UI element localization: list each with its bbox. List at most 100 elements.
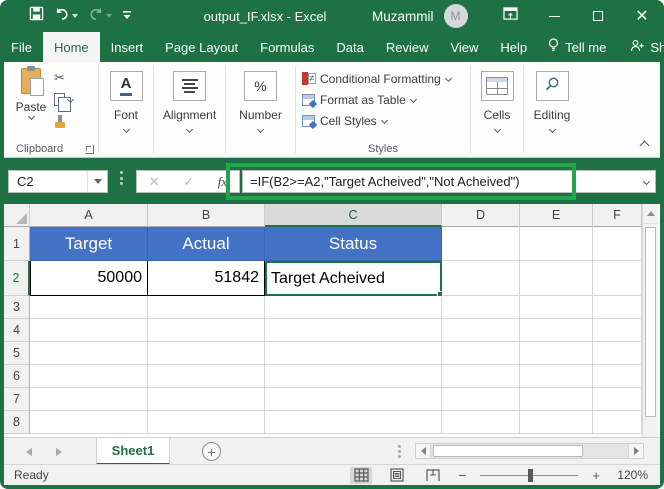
share-button[interactable]: Share [616,32,664,62]
next-sheet-button[interactable] [56,448,62,456]
row-header-6[interactable]: 6 [4,365,30,388]
cell-c7[interactable] [265,388,442,411]
column-header-d[interactable]: D [442,204,520,227]
cell-b2[interactable]: 51842 [148,261,265,296]
cell-e1[interactable] [520,227,593,261]
maximize-button[interactable] [576,0,620,32]
editing-group-button[interactable]: Editing [524,62,580,157]
minimize-button[interactable] [532,0,576,32]
clipboard-dialog-launcher[interactable] [85,145,94,154]
sheet-tab-sheet1[interactable]: Sheet1 [96,438,170,465]
tab-review[interactable]: Review [375,32,440,62]
ribbon-display-options-button[interactable] [488,0,532,32]
page-break-preview-button[interactable] [422,467,444,484]
cell-c6[interactable] [265,365,442,388]
cell-e7[interactable] [520,388,593,411]
expand-formula-bar-button[interactable] [637,179,655,184]
tab-bar-splitter-grip[interactable] [398,445,401,458]
zoom-level[interactable]: 120% [614,468,648,482]
tab-home[interactable]: Home [43,32,100,62]
cell-c2-active[interactable]: Target Acheived [265,261,442,296]
customize-quick-access-button[interactable] [119,4,135,28]
cell-a1[interactable]: Target [30,227,148,261]
tab-page-layout[interactable]: Page Layout [154,32,249,62]
cell-c5[interactable] [265,342,442,365]
cell-b6[interactable] [148,365,265,388]
cell-d2[interactable] [442,261,520,296]
cell-c1[interactable]: Status [265,227,442,261]
save-button[interactable] [26,4,47,28]
cell-f8[interactable] [593,411,642,434]
row-header-3[interactable]: 3 [4,296,30,319]
tab-data[interactable]: Data [325,32,374,62]
cells-group-button[interactable]: Cells [471,62,523,157]
name-box[interactable]: C2 [8,170,108,193]
previous-sheet-button[interactable] [26,448,32,456]
cell-b8[interactable] [148,411,265,434]
cell-b7[interactable] [148,388,265,411]
cell-d5[interactable] [442,342,520,365]
vertical-scrollbar[interactable] [642,204,658,437]
cell-d1[interactable] [442,227,520,261]
cell-f4[interactable] [593,319,642,342]
tab-formulas[interactable]: Formulas [249,32,325,62]
cell-f3[interactable] [593,296,642,319]
account-area[interactable]: Muzammil M [372,4,468,28]
close-button[interactable]: ✕ [620,0,664,32]
format-as-table-button[interactable]: Format as Table [302,89,470,110]
cell-f2[interactable] [593,261,642,296]
alignment-group-button[interactable]: Alignment [154,62,225,157]
cell-e5[interactable] [520,342,593,365]
horizontal-scrollbar-thumb[interactable] [433,445,583,457]
font-group-button[interactable]: A Font [99,62,153,157]
cell-f5[interactable] [593,342,642,365]
cell-b3[interactable] [148,296,265,319]
cell-d4[interactable] [442,319,520,342]
tab-insert[interactable]: Insert [100,32,155,62]
cell-styles-button[interactable]: Cell Styles [302,110,470,131]
insert-function-button[interactable]: fx [218,174,227,190]
zoom-out-button[interactable]: − [458,467,466,483]
avatar[interactable]: M [444,4,468,28]
collapse-ribbon-button[interactable] [640,141,650,151]
select-all-button[interactable] [4,204,30,227]
zoom-slider[interactable] [480,467,578,484]
cell-a7[interactable] [30,388,148,411]
scroll-right-button[interactable] [628,444,643,458]
cut-button[interactable]: ✂ [54,68,94,86]
cell-a3[interactable] [30,296,148,319]
enter-entry-button[interactable]: ✓ [183,174,194,190]
page-layout-view-button[interactable] [386,467,408,484]
row-header-2[interactable]: 2 [4,261,30,296]
column-header-b[interactable]: B [148,204,265,227]
row-header-8[interactable]: 8 [4,411,30,434]
cell-f6[interactable] [593,365,642,388]
cell-c3[interactable] [265,296,442,319]
number-group-button[interactable]: % Number [226,62,295,157]
cell-b1[interactable]: Actual [148,227,265,261]
redo-button[interactable] [85,4,115,28]
column-header-a[interactable]: A [30,204,148,227]
cell-c4[interactable] [265,319,442,342]
fill-handle[interactable] [437,291,443,297]
formula-bar-grip[interactable] [120,171,123,185]
scroll-left-button[interactable] [416,444,431,458]
tell-me-box[interactable]: Tell me [538,32,616,62]
paste-button[interactable]: Paste [12,68,50,134]
cell-d7[interactable] [442,388,520,411]
add-sheet-button[interactable]: + [202,442,221,461]
cell-a4[interactable] [30,319,148,342]
row-header-4[interactable]: 4 [4,319,30,342]
undo-button[interactable] [51,4,81,28]
cell-d3[interactable] [442,296,520,319]
cell-d6[interactable] [442,365,520,388]
row-header-7[interactable]: 7 [4,388,30,411]
cancel-entry-button[interactable]: ✕ [149,174,160,190]
cell-a2[interactable]: 50000 [30,261,148,296]
conditional-formatting-button[interactable]: Conditional Formatting [302,68,470,89]
scroll-up-button[interactable] [643,204,658,224]
column-header-e[interactable]: E [520,204,593,227]
formula-input[interactable]: =IF(B2>=A2,"Target Acheived","Not Acheiv… [242,170,656,193]
cell-e4[interactable] [520,319,593,342]
zoom-in-button[interactable]: + [592,468,600,483]
